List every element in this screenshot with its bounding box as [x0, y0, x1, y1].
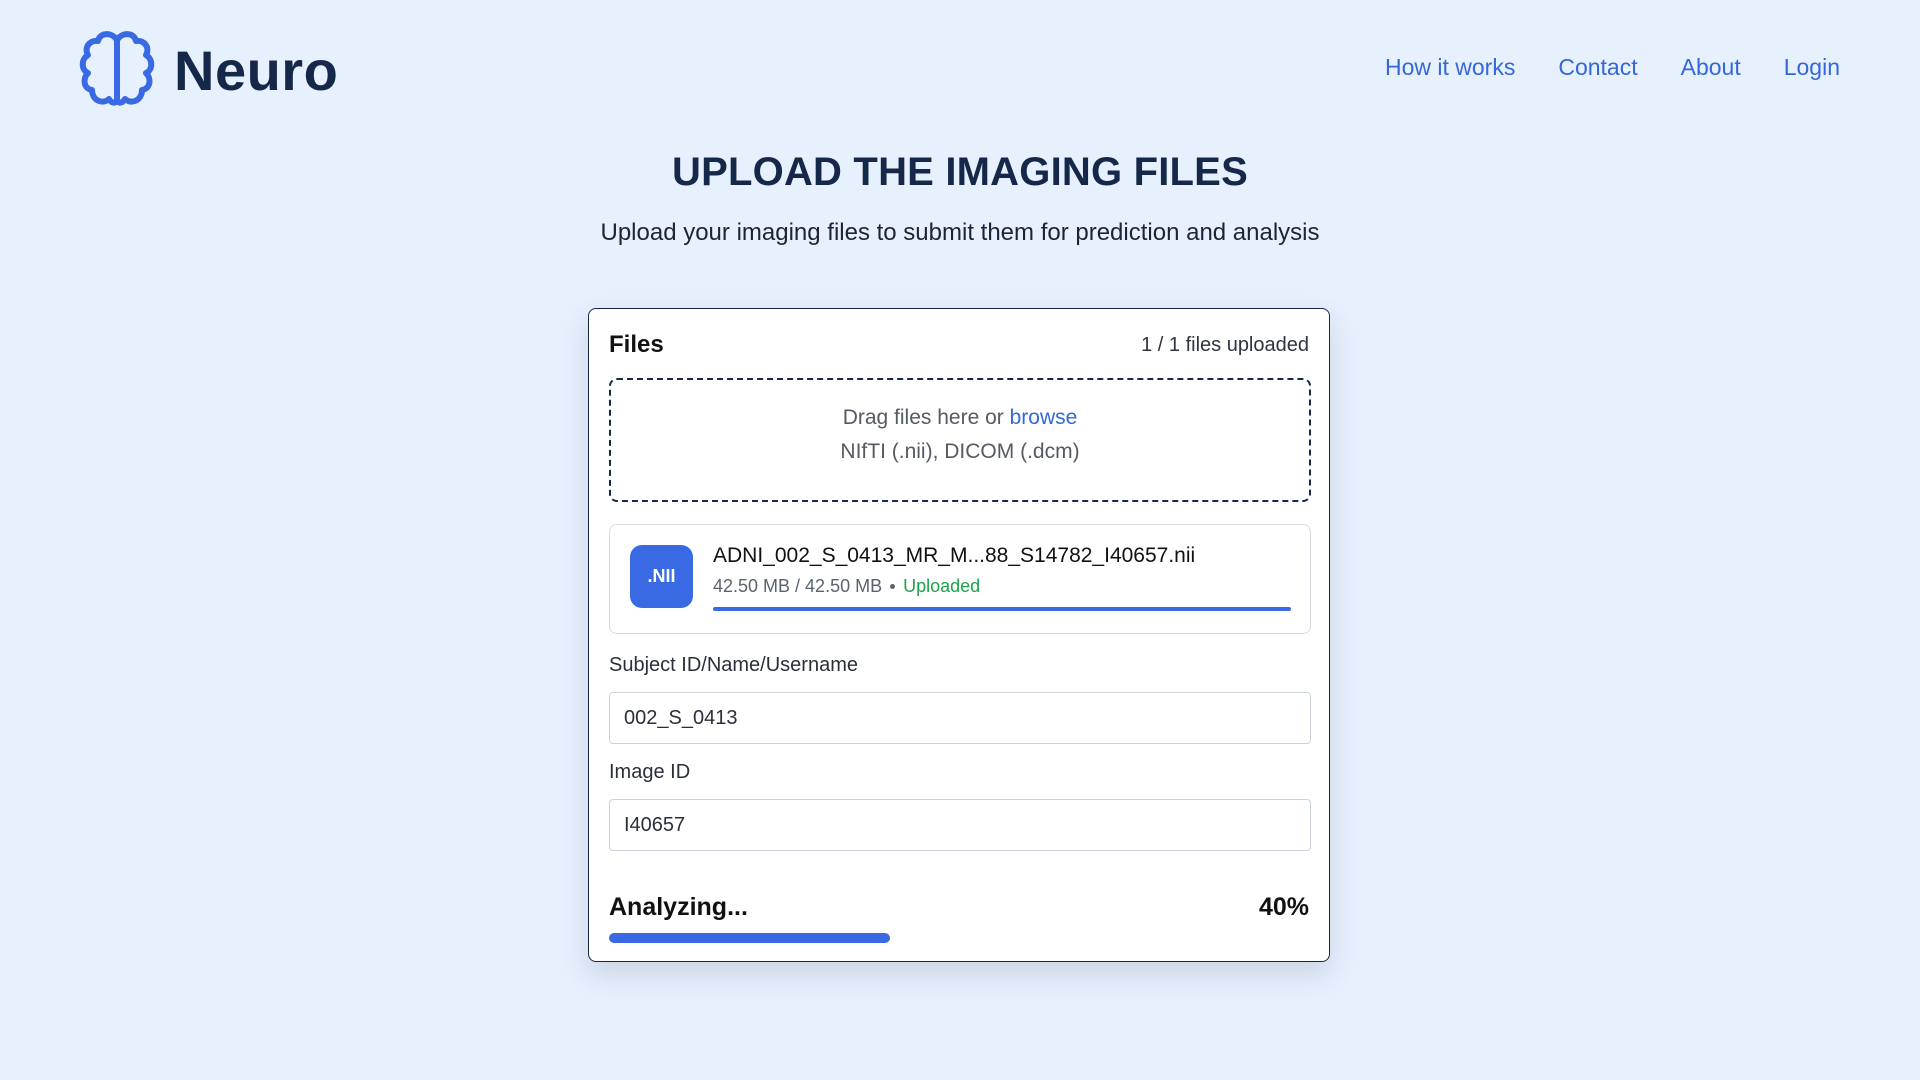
separator-dot [890, 584, 896, 589]
main-nav: How it works Contact About Login [1385, 54, 1840, 81]
analysis-percent: 40% [1258, 893, 1309, 921]
analysis-status: Analyzing... 40% [609, 893, 1309, 922]
subject-id-label: Subject ID/Name/Username [609, 654, 858, 676]
browse-link[interactable]: browse [1010, 406, 1078, 429]
nav-login[interactable]: Login [1784, 54, 1840, 81]
analysis-progress-fill [609, 933, 890, 943]
brand-name: Neuro [174, 38, 339, 102]
page-title: UPLOAD THE IMAGING FILES [672, 150, 1248, 194]
dropzone-prompt: Drag files here or browse [611, 406, 1309, 430]
nav-about[interactable]: About [1681, 54, 1741, 81]
analysis-progress-bar [609, 933, 1311, 943]
page-subtitle: Upload your imaging files to submit them… [600, 219, 1320, 246]
card-header: Files 1 / 1 files uploaded [609, 329, 1309, 361]
nii-file-icon: .NII [630, 545, 693, 608]
nav-how-it-works[interactable]: How it works [1385, 54, 1515, 81]
file-meta: 42.50 MB / 42.50 MB Uploaded [713, 576, 980, 597]
uploaded-file-item: .NII ADNI_002_S_0413_MR_M...88_S14782_I4… [609, 524, 1311, 634]
nav-contact[interactable]: Contact [1558, 54, 1637, 81]
file-name: ADNI_002_S_0413_MR_M...88_S14782_I40657.… [713, 544, 1196, 567]
file-progress-bar [713, 607, 1291, 611]
dropzone-prompt-text: Drag files here or [842, 406, 1010, 429]
analysis-label: Analyzing... [609, 893, 748, 921]
brand-logo[interactable]: Neuro [78, 28, 338, 112]
file-size: 42.50 MB / 42.50 MB [713, 576, 883, 596]
files-count: 1 / 1 files uploaded [1141, 333, 1309, 356]
brain-icon [78, 28, 156, 112]
file-dropzone[interactable]: Drag files here or browse NIfTI (.nii), … [609, 378, 1311, 502]
image-id-input[interactable] [609, 799, 1311, 851]
upload-card: Files 1 / 1 files uploaded Drag files he… [588, 308, 1330, 962]
image-id-label: Image ID [609, 761, 691, 783]
file-progress-fill [713, 607, 1291, 611]
site-header: Neuro How it works Contact About Login [0, 0, 1920, 140]
card-title: Files [609, 331, 664, 358]
file-status: Uploaded [903, 576, 981, 596]
subject-id-input[interactable] [609, 692, 1311, 744]
dropzone-formats: NIfTI (.nii), DICOM (.dcm) [840, 440, 1080, 463]
